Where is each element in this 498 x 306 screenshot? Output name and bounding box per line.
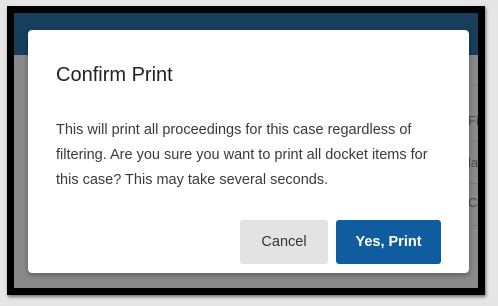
yes-print-button[interactable]: Yes, Print: [336, 220, 441, 264]
confirm-print-dialog: Confirm Print This will print all procee…: [28, 30, 469, 273]
dialog-message: This will print all proceedings for this…: [56, 122, 428, 188]
background-table-text: Fil: [468, 113, 478, 128]
background-table-text: la: [468, 155, 478, 170]
cancel-button[interactable]: Cancel: [240, 220, 328, 264]
background-table-text: CE: [468, 195, 478, 210]
dialog-title: Confirm Print: [56, 64, 173, 86]
